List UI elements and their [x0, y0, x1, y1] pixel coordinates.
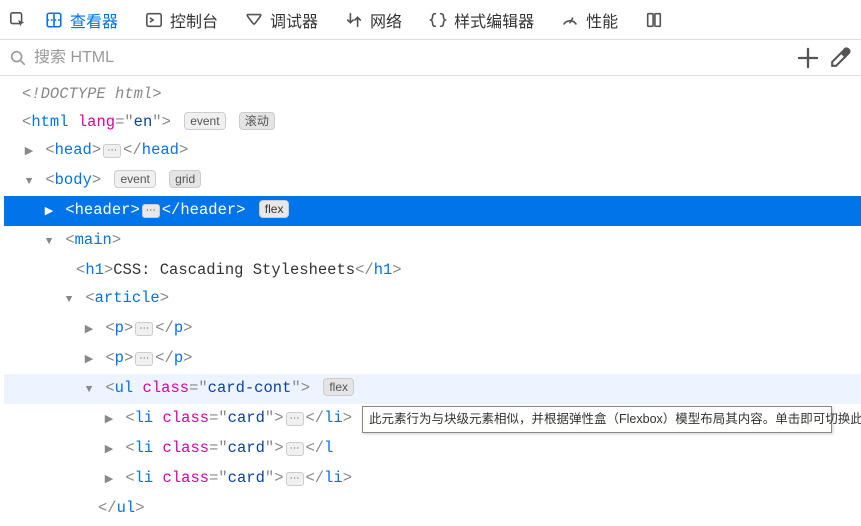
twisty-expanded-icon[interactable]: ▼: [42, 229, 56, 255]
inspector-icon: [44, 10, 64, 30]
markup-tree: <!DOCTYPE html> <html lang="en"> event 滚…: [0, 76, 861, 526]
p-node[interactable]: ▶ <p>⋯</p>: [4, 344, 861, 374]
twisty-collapsed-icon[interactable]: ▶: [102, 407, 116, 433]
more-icon: [644, 10, 664, 30]
network-icon: [344, 10, 364, 30]
tab-network[interactable]: 网络: [334, 2, 412, 38]
performance-icon: [560, 10, 580, 30]
flex-badge[interactable]: flex: [323, 378, 354, 396]
ellipsis-icon[interactable]: ⋯: [286, 472, 304, 486]
html-node[interactable]: <html lang="en"> event 滚动: [4, 108, 861, 136]
console-icon: [144, 10, 164, 30]
tab-inspector[interactable]: 查看器: [34, 2, 128, 38]
article-node[interactable]: ▼ <article>: [4, 284, 861, 314]
twisty-expanded-icon[interactable]: ▼: [62, 287, 76, 313]
search-icon: [8, 48, 28, 68]
flex-badge[interactable]: flex: [259, 200, 290, 218]
ellipsis-icon[interactable]: ⋯: [286, 442, 304, 456]
li-node[interactable]: ▶ <li class="card">⋯</li>: [4, 464, 861, 494]
ul-node[interactable]: ▼ <ul class="card-cont"> flex: [4, 374, 861, 404]
event-badge[interactable]: event: [184, 112, 225, 130]
tab-label: 查看器: [70, 8, 118, 32]
twisty-expanded-icon[interactable]: ▼: [22, 169, 36, 195]
devtools-toolbar: 查看器 控制台 调试器 网络 样式编辑器 性能: [0, 0, 861, 40]
li-node[interactable]: ▶ <li class="card">⋯</li> 此元素行为与块级元素相似，并…: [4, 404, 861, 434]
body-node[interactable]: ▼ <body> event grid: [4, 166, 861, 196]
h1-node[interactable]: <h1>CSS: Cascading Stylesheets</h1>: [4, 256, 861, 284]
ellipsis-icon[interactable]: ⋯: [135, 322, 153, 336]
header-node[interactable]: ▶ <header>⋯</header> flex: [4, 196, 861, 226]
event-badge[interactable]: event: [114, 170, 155, 188]
p-node[interactable]: ▶ <p>⋯</p>: [4, 314, 861, 344]
head-node[interactable]: ▶ <head>⋯</head>: [4, 136, 861, 166]
tab-more[interactable]: [634, 4, 664, 36]
li-node[interactable]: ▶ <li class="card">⋯</l: [4, 434, 861, 464]
eyedropper-button[interactable]: [827, 45, 853, 71]
tab-label: 调试器: [270, 8, 318, 32]
tab-console[interactable]: 控制台: [134, 2, 228, 38]
twisty-collapsed-icon[interactable]: ▶: [22, 139, 36, 165]
search-input[interactable]: [34, 49, 789, 67]
ellipsis-icon[interactable]: ⋯: [135, 352, 153, 366]
debugger-icon: [244, 10, 264, 30]
ellipsis-icon[interactable]: ⋯: [103, 144, 121, 158]
doctype-node[interactable]: <!DOCTYPE html>: [4, 80, 861, 108]
tab-performance[interactable]: 性能: [550, 2, 628, 38]
twisty-collapsed-icon[interactable]: ▶: [82, 317, 96, 343]
twisty-collapsed-icon[interactable]: ▶: [102, 437, 116, 463]
twisty-collapsed-icon[interactable]: ▶: [82, 347, 96, 373]
twisty-collapsed-icon[interactable]: ▶: [102, 467, 116, 493]
main-node[interactable]: ▼ <main>: [4, 226, 861, 256]
ul-close-node[interactable]: </ul>: [4, 494, 861, 522]
scroll-badge[interactable]: 滚动: [239, 112, 275, 130]
twisty-collapsed-icon[interactable]: ▶: [42, 199, 56, 225]
twisty-expanded-icon[interactable]: ▼: [82, 377, 96, 403]
pick-element-icon[interactable]: [8, 10, 28, 30]
ellipsis-icon[interactable]: ⋯: [142, 204, 160, 218]
add-node-button[interactable]: [795, 45, 821, 71]
tab-styleeditor[interactable]: 样式编辑器: [418, 2, 544, 38]
tab-debugger[interactable]: 调试器: [234, 2, 328, 38]
ellipsis-icon[interactable]: ⋯: [286, 412, 304, 426]
tab-label: 性能: [586, 8, 618, 32]
grid-badge[interactable]: grid: [169, 170, 201, 188]
tab-label: 控制台: [170, 8, 218, 32]
tab-label: 样式编辑器: [454, 8, 534, 32]
styleeditor-icon: [428, 10, 448, 30]
flex-tooltip: 此元素行为与块级元素相似，并根据弹性盒（Flexbox）模型布局其内容。单击即可…: [362, 406, 832, 433]
tab-label: 网络: [370, 8, 402, 32]
search-bar: [0, 40, 861, 76]
